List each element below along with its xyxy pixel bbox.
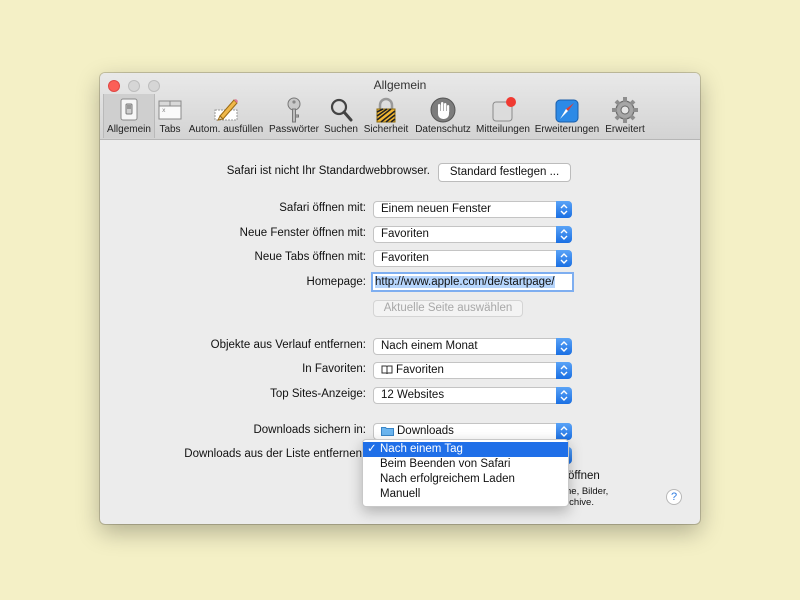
window-title: Allgemein <box>373 78 427 92</box>
menu-item-label: Nach erfolgreichem Laden <box>380 473 515 485</box>
popup-value: Favoriten <box>381 228 429 240</box>
set-default-button[interactable]: Standard festlegen ... <box>438 163 571 182</box>
tab-label: Sicherheit <box>363 124 409 135</box>
popup-value: Nach einem Monat <box>381 340 478 352</box>
remove-history-popup[interactable]: Nach einem Monat <box>373 338 572 355</box>
menu-item-manually[interactable]: Manuell <box>363 487 568 502</box>
tab-notifications[interactable]: Mitteilungen <box>474 94 532 138</box>
popup-value: Favoriten <box>381 252 429 264</box>
magnifier-icon <box>327 96 355 124</box>
tab-label: Erweiterungen <box>534 124 600 135</box>
menu-item-label: Nach einem Tag <box>380 443 463 455</box>
chevron-updown-icon <box>556 250 572 267</box>
tab-label: Erweitert <box>605 124 645 135</box>
tab-privacy[interactable]: Datenschutz <box>413 94 473 138</box>
tab-label: Tabs <box>159 124 181 135</box>
titlebar: Allgemein Allgemein x Tabs Autom. ausfül… <box>100 73 700 140</box>
open-with-label: Safari öffnen mit: <box>279 202 366 214</box>
new-tabs-popup[interactable]: Favoriten <box>373 250 572 267</box>
menu-item-label: Manuell <box>380 488 421 500</box>
tabs-icon: x <box>156 96 184 124</box>
top-sites-label: Top Sites-Anzeige: <box>270 388 366 400</box>
gear-icon <box>611 96 639 124</box>
chevron-updown-icon <box>556 423 572 440</box>
key-icon <box>280 96 308 124</box>
notifications-icon <box>489 96 517 124</box>
remove-history-label: Objekte aus Verlauf entfernen: <box>210 339 366 351</box>
menu-item-on-quit[interactable]: Beim Beenden von Safari <box>363 457 568 472</box>
tab-security[interactable]: Sicherheit <box>362 94 410 138</box>
obscured-text-line: rchive. <box>566 497 594 508</box>
top-sites-popup[interactable]: 12 Websites <box>373 387 572 404</box>
remove-downloads-label: Downloads aus der Liste entfernen <box>184 448 362 460</box>
menu-item-after-download[interactable]: Nach erfolgreichem Laden <box>363 472 568 487</box>
favorites-popup[interactable]: Favoriten <box>373 362 572 379</box>
chevron-updown-icon <box>556 201 572 218</box>
tab-advanced[interactable]: Erweitert <box>602 94 648 138</box>
new-windows-popup[interactable]: Favoriten <box>373 226 572 243</box>
chevron-updown-icon <box>556 362 572 379</box>
pencil-icon <box>212 96 240 124</box>
tab-passwords[interactable]: Passwörter <box>267 94 321 138</box>
open-with-popup[interactable]: Einem neuen Fenster <box>373 201 572 218</box>
book-icon <box>381 365 393 380</box>
favorites-label: In Favoriten: <box>302 363 366 375</box>
help-button[interactable]: ? <box>666 489 682 505</box>
popup-value: Einem neuen Fenster <box>381 203 491 215</box>
tab-label: Datenschutz <box>415 124 471 135</box>
downloads-location-label: Downloads sichern in: <box>253 424 366 436</box>
homepage-label: Homepage: <box>306 276 366 288</box>
tab-autofill[interactable]: Autom. ausfüllen <box>188 94 264 138</box>
chevron-updown-icon <box>556 338 572 355</box>
homepage-value: http://www.apple.com/de/startpage/ <box>375 276 555 288</box>
extensions-compass-icon <box>553 96 581 124</box>
menu-item-one-day[interactable]: ✓ Nach einem Tag <box>363 442 568 457</box>
chevron-updown-icon <box>556 387 572 404</box>
chevron-updown-icon <box>556 226 572 243</box>
set-current-page-button[interactable]: Aktuelle Seite auswählen <box>373 300 523 317</box>
tab-label: Passwörter <box>268 124 319 135</box>
svg-text:x: x <box>162 107 166 114</box>
homepage-field[interactable]: http://www.apple.com/de/startpage/ <box>371 272 574 292</box>
tab-allgemein[interactable]: Allgemein <box>103 94 155 138</box>
tab-label: Suchen <box>324 124 358 135</box>
tab-label: Allgemein <box>107 124 151 135</box>
tab-search[interactable]: Suchen <box>323 94 359 138</box>
hand-icon <box>429 96 457 124</box>
tab-label: Mitteilungen <box>476 124 530 135</box>
obscured-text-line: öffnen <box>568 470 600 482</box>
popup-value: Favoriten <box>396 364 444 376</box>
downloads-location-popup[interactable]: Downloads <box>373 423 572 440</box>
tab-extensions[interactable]: Erweiterungen <box>533 94 601 138</box>
general-switch-icon <box>115 96 143 124</box>
new-windows-label: Neue Fenster öffnen mit: <box>239 227 366 239</box>
remove-downloads-menu: ✓ Nach einem Tag Beim Beenden von Safari… <box>362 439 569 507</box>
default-browser-text: Safari ist nicht Ihr Standardwebbrowser. <box>226 165 430 177</box>
tab-label: Autom. ausfüllen <box>188 124 264 135</box>
new-tabs-label: Neue Tabs öffnen mit: <box>254 251 366 263</box>
checkmark-icon: ✓ <box>367 443 377 455</box>
menu-item-label: Beim Beenden von Safari <box>380 458 511 470</box>
popup-value: Downloads <box>397 425 454 437</box>
obscured-text-line: ne, Bilder, <box>566 486 609 497</box>
lock-icon <box>372 96 400 124</box>
tab-tabs[interactable]: x Tabs <box>154 94 186 138</box>
popup-value: 12 Websites <box>381 389 445 401</box>
